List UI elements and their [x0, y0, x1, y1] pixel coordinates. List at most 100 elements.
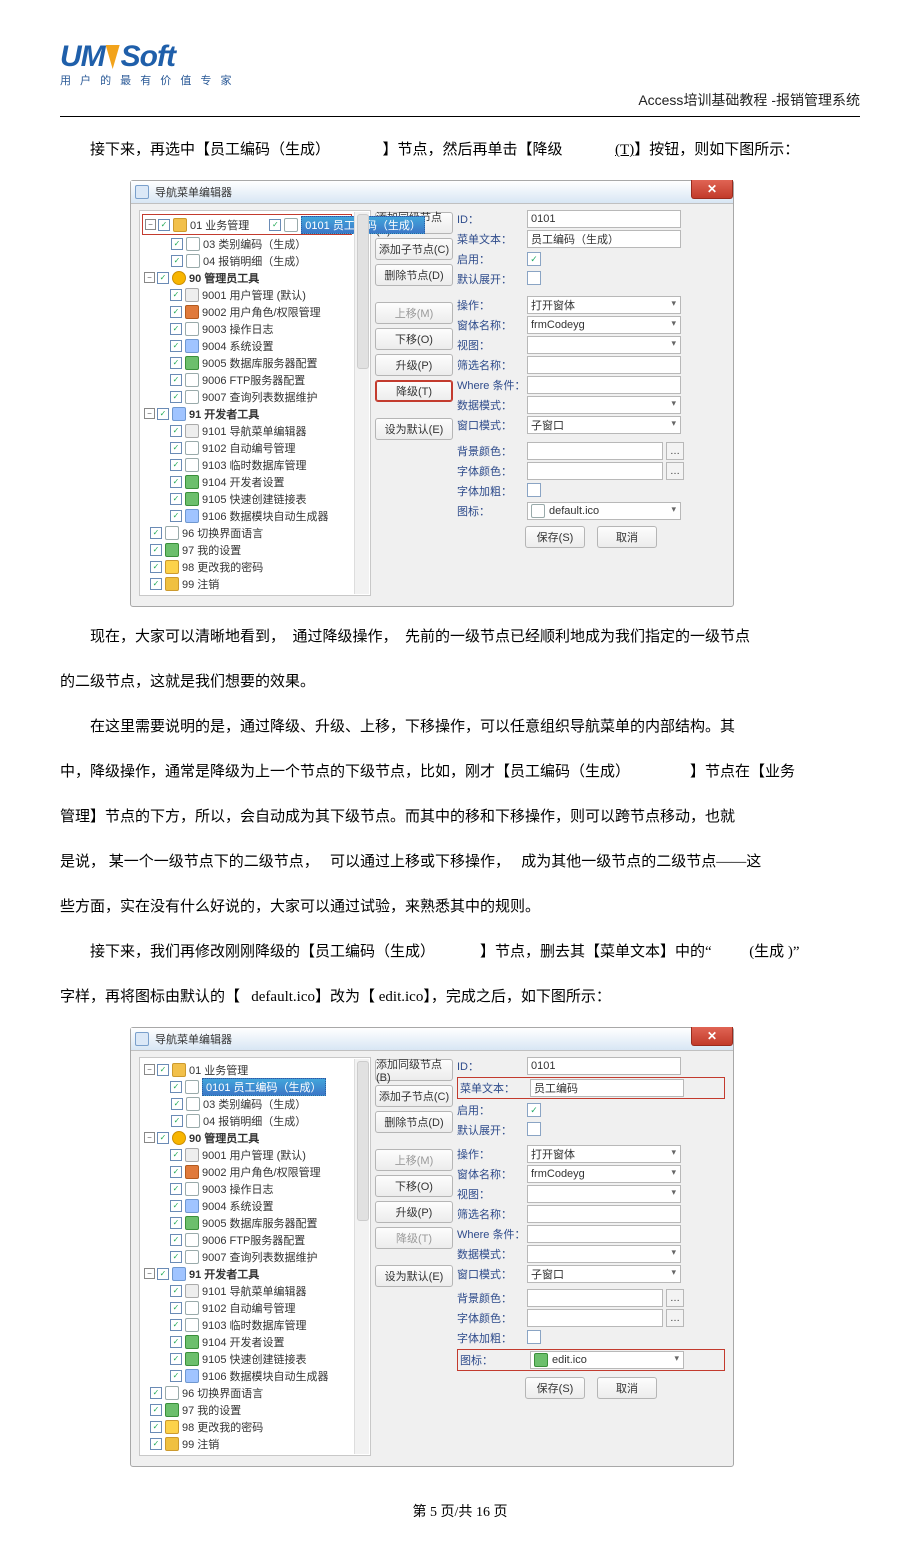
close-button[interactable]: ✕: [691, 1027, 733, 1046]
datamode-dropdown[interactable]: [527, 1245, 681, 1263]
winmode-dropdown[interactable]: 子窗口: [527, 416, 681, 434]
delete-node-button[interactable]: 删除节点(D): [375, 264, 453, 286]
tree-node[interactable]: ✓9002 用户角色/权限管理: [142, 303, 370, 320]
where-field[interactable]: [527, 1225, 681, 1243]
tree-node[interactable]: ✓9106 数据模块自动生成器: [142, 1367, 370, 1384]
tree-node[interactable]: ✓03 类别编码（生成）: [142, 235, 370, 252]
id-field[interactable]: 0101: [527, 210, 681, 228]
tree-node[interactable]: ✓9001 用户管理 (默认): [142, 286, 370, 303]
winmode-dropdown[interactable]: 子窗口: [527, 1265, 681, 1283]
nav-tree[interactable]: − ✓ 01 业务管理 ✓ 0101 员工编码（生成） ✓03 类别编码（生成）…: [139, 210, 371, 596]
close-button[interactable]: ✕: [691, 180, 733, 199]
expand-icon[interactable]: −: [145, 219, 156, 230]
view-dropdown[interactable]: [527, 336, 681, 354]
view-dropdown[interactable]: [527, 1185, 681, 1203]
checkbox[interactable]: ✓: [158, 219, 170, 231]
scrollbar[interactable]: [354, 1059, 369, 1454]
tree-node[interactable]: ✓9003 操作日志: [142, 1180, 370, 1197]
enable-checkbox[interactable]: ✓: [527, 1103, 541, 1117]
tree-node[interactable]: ✓9105 快速创建链接表: [142, 490, 370, 507]
set-default-button[interactable]: 设为默认(E): [375, 1265, 453, 1287]
where-field[interactable]: [527, 376, 681, 394]
tree-node[interactable]: ✓9102 自动编号管理: [142, 439, 370, 456]
save-button[interactable]: 保存(S): [525, 1377, 585, 1399]
tree-node[interactable]: ✓97 我的设置: [142, 1401, 370, 1418]
demote-button[interactable]: 降级(T): [375, 380, 453, 402]
datamode-dropdown[interactable]: [527, 396, 681, 414]
scrollbar[interactable]: [354, 212, 369, 594]
tree-node[interactable]: ✓99 注销: [142, 1435, 370, 1452]
tree-node[interactable]: ✓04 报销明细（生成）: [142, 252, 370, 269]
tree-node[interactable]: ✓96 切换界面语言: [142, 1384, 370, 1401]
tree-node[interactable]: ✓9104 开发者设置: [142, 473, 370, 490]
expand-checkbox[interactable]: [527, 1122, 541, 1136]
tree-node[interactable]: ✓9005 数据库服务器配置: [142, 354, 370, 371]
cancel-button[interactable]: 取消: [597, 1377, 657, 1399]
tree-node[interactable]: ✓9002 用户角色/权限管理: [142, 1163, 370, 1180]
move-up-button[interactable]: 上移(M): [375, 1149, 453, 1171]
tree-node[interactable]: ✓98 更改我的密码: [142, 1418, 370, 1435]
cancel-button[interactable]: 取消: [597, 526, 657, 548]
bgcolor-picker-button[interactable]: …: [666, 442, 684, 460]
form-name-dropdown[interactable]: frmCodeyg: [527, 1165, 681, 1183]
bgcolor-field[interactable]: [527, 1289, 663, 1307]
save-button[interactable]: 保存(S): [525, 526, 585, 548]
menu-text-field[interactable]: 员工编码（生成）: [527, 230, 681, 248]
tree-node[interactable]: ✓9102 自动编号管理: [142, 1299, 370, 1316]
tree-node[interactable]: ✓9103 临时数据库管理: [142, 1316, 370, 1333]
fontcolor-picker-button[interactable]: …: [666, 462, 684, 480]
tree-node[interactable]: ✓9106 数据模块自动生成器: [142, 507, 370, 524]
filter-field[interactable]: [527, 1205, 681, 1223]
form-name-dropdown[interactable]: frmCodeyg: [527, 316, 681, 334]
action-dropdown[interactable]: 打开窗体: [527, 1145, 681, 1163]
tree-node[interactable]: ✓9005 数据库服务器配置: [142, 1214, 370, 1231]
move-up-button[interactable]: 上移(M): [375, 302, 453, 324]
tree-node[interactable]: ✓9007 查询列表数据维护: [142, 388, 370, 405]
tree-node[interactable]: ✓9101 导航菜单编辑器: [142, 1282, 370, 1299]
bgcolor-picker-button[interactable]: …: [666, 1289, 684, 1307]
icon-dropdown[interactable]: edit.ico: [530, 1351, 684, 1369]
nav-tree[interactable]: −✓01 业务管理 ✓0101 员工编码（生成） ✓03 类别编码（生成） ✓0…: [139, 1057, 371, 1456]
bgcolor-field[interactable]: [527, 442, 663, 460]
tree-node[interactable]: ✓9003 操作日志: [142, 320, 370, 337]
fontcolor-picker-button[interactable]: …: [666, 1309, 684, 1327]
filter-field[interactable]: [527, 356, 681, 374]
id-field[interactable]: 0101: [527, 1057, 681, 1075]
tree-node-91[interactable]: −✓91 开发者工具: [142, 405, 370, 422]
move-down-button[interactable]: 下移(O): [375, 328, 453, 350]
delete-node-button[interactable]: 删除节点(D): [375, 1111, 453, 1133]
tree-node[interactable]: ✓03 类别编码（生成）: [142, 1095, 370, 1112]
tree-node[interactable]: ✓99 注销: [142, 575, 370, 592]
tree-node[interactable]: ✓9006 FTP服务器配置: [142, 1231, 370, 1248]
scrollbar-thumb[interactable]: [357, 1061, 369, 1221]
tree-node[interactable]: ✓9103 临时数据库管理: [142, 456, 370, 473]
tree-node[interactable]: ✓9007 查询列表数据维护: [142, 1248, 370, 1265]
tree-node[interactable]: ✓9105 快速创建链接表: [142, 1350, 370, 1367]
tree-node[interactable]: ✓98 更改我的密码: [142, 558, 370, 575]
checkbox[interactable]: ✓: [269, 219, 281, 231]
fontcolor-field[interactable]: [527, 462, 663, 480]
tree-node[interactable]: ✓9006 FTP服务器配置: [142, 371, 370, 388]
tree-node-01[interactable]: − ✓ 01 业务管理 ✓ 0101 员工编码（生成）: [142, 214, 352, 235]
move-down-button[interactable]: 下移(O): [375, 1175, 453, 1197]
bold-checkbox[interactable]: [527, 1330, 541, 1344]
tree-node[interactable]: ✓9101 导航菜单编辑器: [142, 422, 370, 439]
tree-node[interactable]: ✓97 我的设置: [142, 541, 370, 558]
tree-node-selected[interactable]: ✓0101 员工编码（生成）: [142, 1078, 370, 1095]
action-dropdown[interactable]: 打开窗体: [527, 296, 681, 314]
tree-node[interactable]: ✓9004 系统设置: [142, 1197, 370, 1214]
add-same-level-button[interactable]: 添加同级节点(B): [375, 1059, 453, 1081]
add-child-button[interactable]: 添加子节点(C): [375, 1085, 453, 1107]
menu-text-field[interactable]: 员工编码: [530, 1079, 684, 1097]
tree-node-90[interactable]: −✓90 管理员工具: [142, 269, 370, 286]
tree-node-90[interactable]: −✓90 管理员工具: [142, 1129, 370, 1146]
tree-node[interactable]: ✓9104 开发者设置: [142, 1333, 370, 1350]
expand-checkbox[interactable]: [527, 271, 541, 285]
tree-node-91[interactable]: −✓91 开发者工具: [142, 1265, 370, 1282]
tree-node[interactable]: ✓04 报销明细（生成）: [142, 1112, 370, 1129]
promote-button[interactable]: 升级(P): [375, 354, 453, 376]
tree-node[interactable]: ✓9001 用户管理 (默认): [142, 1146, 370, 1163]
enable-checkbox[interactable]: ✓: [527, 252, 541, 266]
add-child-button[interactable]: 添加子节点(C): [375, 238, 453, 260]
demote-button[interactable]: 降级(T): [375, 1227, 453, 1249]
